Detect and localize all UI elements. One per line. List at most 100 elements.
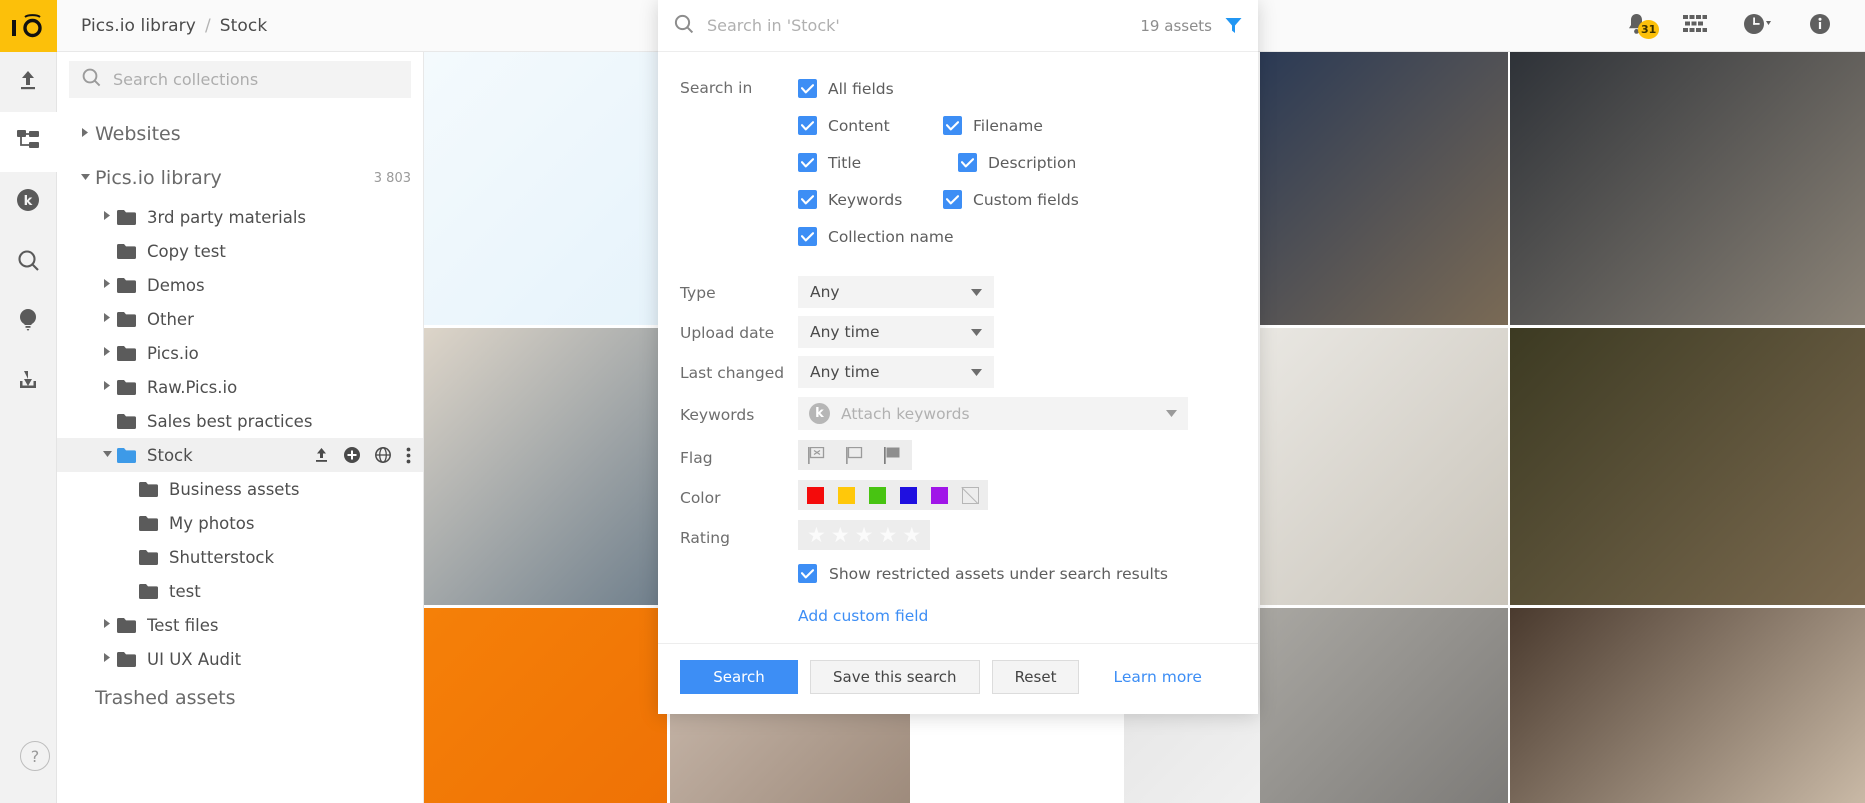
notifications-button[interactable]: 31 <box>1626 13 1660 39</box>
flag-flagged-icon[interactable] <box>880 442 906 468</box>
sidebar-item-trashed-assets[interactable]: Trashed assets <box>57 676 423 720</box>
last-changed-select[interactable]: Any time <box>798 355 994 388</box>
sidebar-item-test[interactable]: test <box>57 574 423 608</box>
tile-laptop-desk[interactable] <box>1510 52 1865 325</box>
tile-camera-books[interactable] <box>1260 328 1508 605</box>
rating-star-5[interactable]: ★ <box>902 524 921 546</box>
picsio-logo[interactable] <box>0 0 57 52</box>
apps-button[interactable] <box>1683 15 1707 36</box>
sidebar-item-label: Copy test <box>147 241 226 261</box>
chevron-down-icon[interactable] <box>97 450 117 460</box>
chevron-right-icon[interactable] <box>97 381 117 393</box>
chevron-right-icon[interactable] <box>97 653 117 665</box>
info-button[interactable] <box>1809 13 1831 39</box>
keywords-input[interactable]: k Attach keywords <box>798 397 1188 430</box>
tile-tech-illustration[interactable] <box>424 52 667 325</box>
sidebar-item-my-photos[interactable]: My photos <box>57 506 423 540</box>
rail-item-lightbulb[interactable] <box>0 292 57 352</box>
sidebar-item-business-assets[interactable]: Business assets <box>57 472 423 506</box>
download-icon <box>17 369 39 395</box>
chevron-right-icon[interactable] <box>97 347 117 359</box>
checkbox-description[interactable]: Description <box>958 144 1103 181</box>
checkbox-keywords[interactable]: Keywords <box>798 181 943 218</box>
flag-rejected-icon[interactable] <box>804 442 830 468</box>
search-collections-input[interactable] <box>113 70 398 89</box>
checkbox-title[interactable]: Title <box>798 144 958 181</box>
chevron-right-icon[interactable] <box>75 128 95 140</box>
recent-activity-button[interactable] <box>1743 13 1773 39</box>
no-color-icon[interactable] <box>962 486 979 504</box>
sidebar-item-demos[interactable]: Demos <box>57 268 423 302</box>
funnel-icon[interactable] <box>1225 17 1242 34</box>
learn-more-link[interactable]: Learn more <box>1113 668 1201 686</box>
rail-item-search[interactable] <box>0 232 57 292</box>
chevron-right-icon[interactable] <box>97 211 117 223</box>
breadcrumb-root[interactable]: Pics.io library <box>81 16 196 36</box>
search-button[interactable]: Search <box>680 660 798 694</box>
add-collection-icon[interactable] <box>344 447 360 463</box>
checkbox-content[interactable]: Content <box>798 107 943 144</box>
tile-imac-desk[interactable] <box>1510 608 1865 803</box>
checkbox-filename[interactable]: Filename <box>943 107 1088 144</box>
color-swatch-0[interactable] <box>807 486 824 504</box>
chevron-right-icon[interactable] <box>97 313 117 325</box>
chevron-right-icon[interactable] <box>97 279 117 291</box>
checkbox-all-fields[interactable]: All fields <box>798 70 1236 107</box>
sidebar-item-test-files[interactable]: Test files <box>57 608 423 642</box>
collections-tree-icon <box>16 129 40 155</box>
rating-star-3[interactable]: ★ <box>855 524 874 546</box>
rating-star-4[interactable]: ★ <box>878 524 897 546</box>
upload-date-select[interactable]: Any time <box>798 315 994 348</box>
color-swatch-1[interactable] <box>838 486 855 504</box>
sidebar-item-pics-io-library[interactable]: Pics.io library 3 803 <box>57 156 423 200</box>
color-swatch-4[interactable] <box>931 486 948 504</box>
show-restricted-checkbox[interactable]: Show restricted assets under search resu… <box>798 564 1236 583</box>
add-custom-field-link[interactable]: Add custom field <box>798 607 928 625</box>
tile-businessman-suit[interactable] <box>1510 328 1865 605</box>
folder-icon <box>117 277 136 293</box>
sidebar-item-shutterstock[interactable]: Shutterstock <box>57 540 423 574</box>
sidebar-item-ui-ux-audit[interactable]: UI UX Audit <box>57 642 423 676</box>
upload-icon[interactable] <box>314 447 329 463</box>
checkbox-collection-name[interactable]: Collection name <box>798 218 1236 255</box>
more-options-icon[interactable] <box>406 447 411 464</box>
checkbox-custom-fields[interactable]: Custom fields <box>943 181 1103 218</box>
checkbox-label: Filename <box>973 116 1043 135</box>
rail-item-download[interactable] <box>0 352 57 412</box>
sidebar-item-stock[interactable]: Stock <box>57 438 423 472</box>
tile-orange-block[interactable] <box>424 608 667 803</box>
rating-star-2[interactable]: ★ <box>831 524 850 546</box>
save-search-button[interactable]: Save this search <box>810 660 980 694</box>
reset-button[interactable]: Reset <box>991 660 1080 694</box>
help-button[interactable]: ? <box>20 741 50 771</box>
tile-city-skyline[interactable] <box>1260 52 1508 325</box>
tile-grey-suit[interactable] <box>1260 608 1508 803</box>
search-input[interactable] <box>707 16 1128 35</box>
collections-search[interactable] <box>69 61 411 98</box>
chevron-right-icon[interactable] <box>97 619 117 631</box>
asset-thumbnail <box>424 328 667 605</box>
sidebar-item-other[interactable]: Other <box>57 302 423 336</box>
rating-star-1[interactable]: ★ <box>807 524 826 546</box>
color-swatch-3[interactable] <box>900 486 917 504</box>
tile-newspaper-business[interactable] <box>424 328 667 605</box>
color-swatch-2[interactable] <box>869 486 886 504</box>
sidebar-item-label: Test files <box>147 615 219 635</box>
rail-item-collections[interactable] <box>0 112 57 172</box>
rail-item-keywords[interactable]: k <box>0 172 57 232</box>
rail-item-upload[interactable] <box>0 52 57 112</box>
sidebar-item-sales-best-practices[interactable]: Sales best practices <box>57 404 423 438</box>
sidebar-item-websites[interactable]: Websites <box>57 112 423 156</box>
flag-unflagged-icon[interactable] <box>842 442 868 468</box>
sidebar-item-copy-test[interactable]: Copy test <box>57 234 423 268</box>
breadcrumb-current[interactable]: Stock <box>220 16 268 36</box>
collection-row-actions <box>314 447 411 464</box>
website-globe-icon[interactable] <box>375 447 391 463</box>
sidebar-item-3rd-party-materials[interactable]: 3rd party materials <box>57 200 423 234</box>
checkbox-checked-icon <box>798 153 817 172</box>
checkbox-label: Collection name <box>828 227 954 246</box>
sidebar-item-pics-io[interactable]: Pics.io <box>57 336 423 370</box>
type-select[interactable]: Any <box>798 275 994 308</box>
sidebar-item-raw-pics-io[interactable]: Raw.Pics.io <box>57 370 423 404</box>
chevron-down-icon[interactable] <box>75 173 95 183</box>
